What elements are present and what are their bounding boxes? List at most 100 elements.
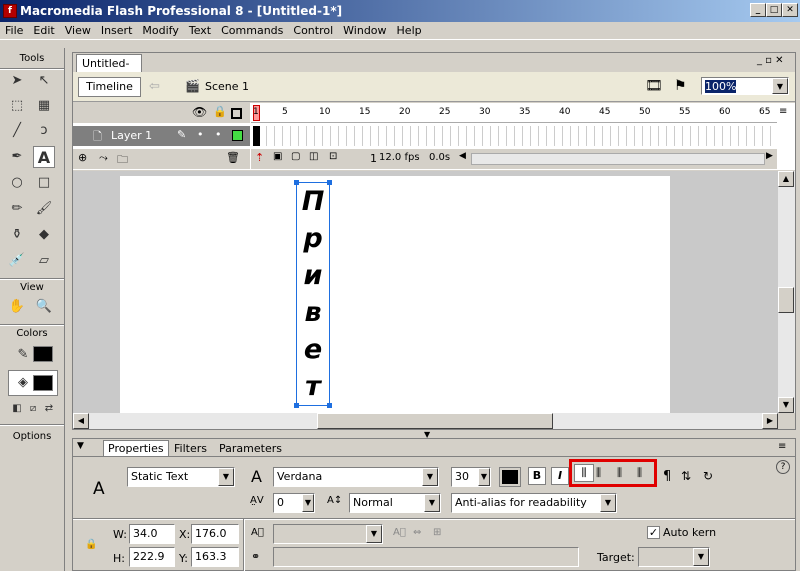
pencil-tool-icon[interactable]: ✏ [6, 198, 28, 220]
eye-icon[interactable]: 👁 [192, 105, 207, 119]
menu-text[interactable]: Text [184, 22, 216, 40]
fill-color-swatch[interactable] [33, 375, 53, 391]
visibility-dot-icon[interactable]: • [197, 128, 204, 141]
chevron-down-icon[interactable]: ▼ [772, 78, 788, 94]
eraser-tool-icon[interactable]: ▱ [33, 250, 55, 272]
rectangle-tool-icon[interactable]: □ [33, 172, 55, 194]
rotate-text-icon[interactable]: ↻ [703, 469, 713, 483]
menu-file[interactable]: File [0, 22, 28, 40]
align-center-icon[interactable]: ⫼ [596, 466, 601, 480]
ink-bottle-tool-icon[interactable]: ⚱ [6, 224, 28, 246]
text-type-select[interactable]: Static Text ▼ [127, 467, 235, 487]
center-frame-icon[interactable]: ⇡ [255, 151, 264, 164]
height-field[interactable]: 222.9 [129, 547, 175, 567]
text-tool-icon[interactable]: A [33, 146, 55, 168]
minimize-button[interactable]: _ [750, 3, 766, 17]
stage[interactable] [120, 176, 670, 413]
document-tab[interactable]: Untitled-1* [76, 54, 142, 87]
paint-bucket-tool-icon[interactable]: ◆ [33, 224, 55, 246]
tab-properties[interactable]: Properties [103, 440, 169, 456]
trash-icon[interactable]: 🗑 [226, 151, 240, 164]
free-transform-tool-icon[interactable]: ⬚ [6, 95, 28, 117]
edit-symbols-icon[interactable]: ⚑ [674, 78, 687, 94]
chevron-down-icon[interactable]: ▼ [424, 494, 440, 512]
text-color-swatch[interactable] [499, 467, 521, 487]
width-field[interactable]: 34.0 [129, 524, 175, 544]
edit-scene-icon[interactable]: 🎞 [645, 78, 663, 94]
menu-view[interactable]: View [60, 22, 96, 40]
back-arrow-icon[interactable]: ⇦ [149, 79, 160, 94]
url-link-field[interactable] [273, 547, 579, 567]
scroll-right-icon[interactable]: ▶ [762, 413, 778, 429]
zoom-tool-icon[interactable]: 🔍 [33, 296, 55, 318]
insert-folder-icon[interactable]: 🗀 [117, 151, 128, 170]
target-select[interactable]: ▼ [638, 547, 710, 567]
menu-commands[interactable]: Commands [216, 22, 288, 40]
hscroll-thumb[interactable] [317, 413, 553, 429]
onion-skin-icon[interactable]: ▣ [273, 151, 282, 162]
pen-tool-icon[interactable]: ✒ [6, 146, 28, 168]
scroll-left-icon[interactable]: ◀ [459, 151, 466, 161]
font-select[interactable]: Verdana ▼ [273, 467, 439, 487]
selection-tool-icon[interactable]: ➤ [6, 70, 28, 92]
restore-button[interactable]: □ [766, 3, 782, 17]
brush-tool-icon[interactable]: 🖌 [33, 198, 55, 220]
vertical-text[interactable]: П р и в е т [297, 183, 329, 405]
insert-layer-icon[interactable]: ⊕ [78, 151, 87, 164]
menu-insert[interactable]: Insert [96, 22, 138, 40]
char-position-select[interactable]: Normal ▼ [349, 493, 441, 513]
chevron-down-icon[interactable]: ▼ [422, 468, 438, 486]
menu-window[interactable]: Window [338, 22, 391, 40]
chevron-down-icon[interactable]: ▼ [302, 494, 314, 512]
menu-help[interactable]: Help [392, 22, 427, 40]
menu-control[interactable]: Control [288, 22, 338, 40]
align-bottom-icon[interactable]: ⫼ [617, 466, 622, 480]
scroll-right-icon[interactable]: ▶ [766, 151, 773, 161]
tab-parameters[interactable]: Parameters [219, 442, 282, 455]
eyedropper-tool-icon[interactable]: 💉 [6, 250, 28, 272]
show-border-icon[interactable]: ⇔ [413, 527, 421, 538]
y-field[interactable]: 163.3 [191, 547, 239, 567]
edit-multiple-icon[interactable]: ◫ [309, 151, 318, 162]
chevron-down-icon[interactable]: ▼ [218, 468, 234, 486]
onion-outline-icon[interactable]: ▢ [291, 151, 300, 162]
text-direction-icon[interactable]: ⇅ [681, 469, 691, 483]
modify-markers-icon[interactable]: ⊡ [329, 151, 337, 162]
font-size-field[interactable]: 30 ▼ [451, 467, 491, 487]
tab-filters[interactable]: Filters [174, 442, 207, 455]
collapse-icon[interactable]: ▼ [77, 441, 84, 451]
stage-hscroll[interactable]: ◀ ▶ [73, 413, 778, 429]
outline-icon[interactable] [231, 108, 242, 119]
panel-menu-icon[interactable]: ≡ [778, 441, 786, 452]
zoom-field[interactable]: 100% ▼ [701, 77, 789, 95]
chevron-down-icon[interactable]: ▼ [366, 525, 382, 543]
add-motion-guide-icon[interactable]: ⤳ [99, 151, 108, 165]
lasso-tool-icon[interactable]: ↄ [33, 120, 55, 142]
instance-name-field[interactable]: ▼ [273, 524, 383, 544]
outline-color-icon[interactable] [232, 130, 243, 141]
stage-vscroll[interactable]: ▲ ▼ [778, 171, 795, 413]
selectable-text-icon[interactable]: A⃞ [251, 527, 264, 538]
lock-dot-icon[interactable]: • [215, 128, 222, 141]
timeline-menu-icon[interactable]: ≡ [779, 106, 787, 117]
lock-icon[interactable]: 🔒 [213, 105, 227, 118]
var-icon[interactable]: ⊞ [433, 527, 441, 538]
layer-frames[interactable] [251, 126, 777, 146]
align-top-icon[interactable]: ⫼ [574, 464, 594, 482]
lock-proportions-icon[interactable]: 🔒 [85, 539, 97, 550]
gradient-transform-tool-icon[interactable]: ▦ [33, 95, 55, 117]
keyframe[interactable] [253, 126, 260, 146]
help-icon[interactable]: ? [776, 460, 790, 474]
stroke-color-swatch[interactable] [33, 346, 53, 362]
timeline-button[interactable]: Timeline [78, 77, 141, 97]
render-html-icon[interactable]: A⃤ [393, 527, 406, 538]
line-tool-icon[interactable]: ╱ [6, 120, 28, 142]
auto-kern-checkbox[interactable]: ✓ [647, 526, 660, 539]
hand-tool-icon[interactable]: ✋ [6, 296, 28, 318]
doc-window-controls-icon[interactable]: _ ▫ ✕ [757, 54, 784, 68]
chevron-down-icon[interactable]: ▼ [693, 548, 709, 566]
justify-icon[interactable]: ⫼ [637, 466, 642, 480]
x-field[interactable]: 176.0 [191, 524, 239, 544]
bold-button[interactable]: B [528, 467, 546, 485]
scroll-up-icon[interactable]: ▲ [778, 171, 794, 187]
